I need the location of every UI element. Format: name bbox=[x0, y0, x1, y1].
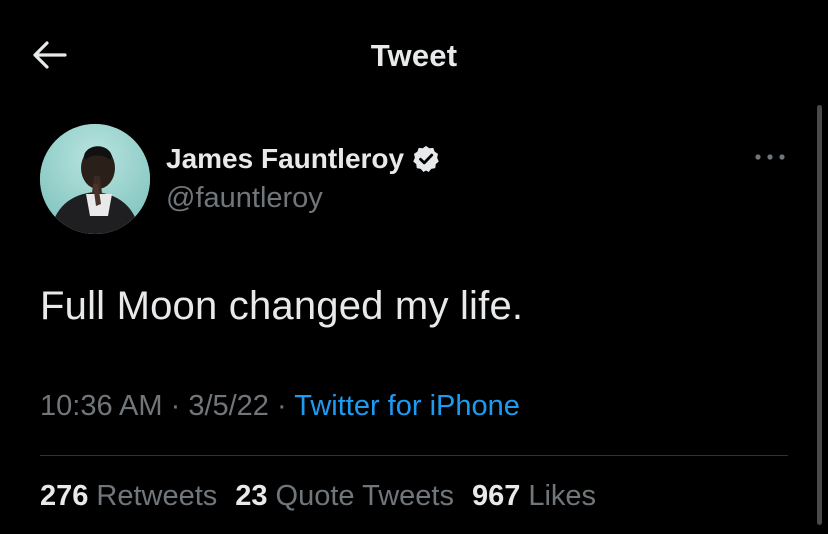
quote-tweets-count: 23 bbox=[235, 480, 268, 512]
page-title: Tweet bbox=[370, 38, 458, 73]
retweets-count: 276 bbox=[40, 480, 89, 512]
avatar-photo bbox=[40, 124, 150, 234]
author-name-row: James Fauntleroy bbox=[166, 140, 441, 178]
retweets-stat[interactable]: 276 Retweets bbox=[40, 480, 217, 513]
meta-separator: · bbox=[170, 390, 189, 422]
tweet-text: Full Moon changed my life. bbox=[40, 284, 524, 328]
divider bbox=[40, 455, 788, 456]
author-name[interactable]: James Fauntleroy bbox=[166, 143, 404, 175]
more-options-button[interactable] bbox=[752, 142, 788, 172]
scrollbar[interactable] bbox=[817, 105, 822, 525]
verified-badge-icon bbox=[411, 144, 441, 174]
likes-count: 967 bbox=[471, 480, 521, 512]
quote-tweets-label: Quote Tweets bbox=[275, 480, 454, 512]
tweet-source-link[interactable]: Twitter for iPhone bbox=[294, 390, 520, 422]
tweet-date[interactable]: 3/5/22 bbox=[188, 390, 269, 422]
author-handle[interactable]: @fauntleroy bbox=[166, 182, 441, 215]
likes-stat[interactable]: 967 Likes bbox=[472, 480, 596, 513]
top-bar: Tweet bbox=[0, 0, 828, 110]
more-dots-icon bbox=[755, 154, 785, 160]
tweet-meta: 10:36 AM · 3/5/22 · Twitter for iPhone bbox=[40, 390, 520, 423]
engagement-stats: 276 Retweets 23 Quote Tweets 967 Likes bbox=[40, 480, 614, 513]
meta-separator: · bbox=[277, 390, 295, 422]
likes-label: Likes bbox=[528, 480, 597, 512]
author-block: James Fauntleroy @fauntleroy bbox=[166, 140, 441, 215]
tweet-time[interactable]: 10:36 AM bbox=[40, 390, 163, 422]
avatar[interactable] bbox=[40, 124, 150, 234]
retweets-label: Retweets bbox=[96, 480, 218, 512]
quote-tweets-stat[interactable]: 23 Quote Tweets bbox=[235, 480, 454, 513]
